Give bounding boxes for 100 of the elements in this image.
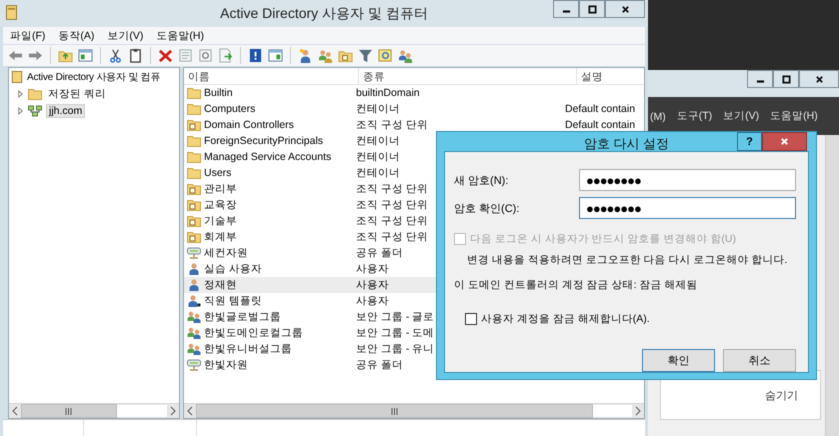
type-cell: 조직 구성 단위 [356,182,428,196]
console-tree-icon[interactable] [78,48,93,63]
new-group-icon[interactable] [318,48,333,63]
checkbox[interactable] [465,313,477,325]
name-cell: Managed Service Accounts [204,151,332,163]
menu-item[interactable]: 도움말(H) [770,109,818,123]
scroll-thumb[interactable] [196,404,593,418]
name-cell: 한빛도메인로컬그룹 [204,326,303,340]
users-icon[interactable] [398,48,413,63]
name-cell: Domain Controllers [204,119,294,131]
tree-item[interactable]: Active Directory 사용자 및 컴퓨 [27,70,160,84]
table-row[interactable]: Computers 컨테이너 Default contain [184,101,644,117]
user-template-icon [187,295,201,307]
filter-icon[interactable] [358,48,373,63]
org-unit-icon [187,183,201,195]
org-unit-icon [187,119,201,131]
grip-icon [390,408,398,414]
close-button[interactable] [605,0,645,18]
menu-item[interactable]: 도구(T) [676,109,712,123]
search-icon[interactable] [378,48,393,63]
table-row[interactable]: Domain Controllers 조직 구성 단위 Default contain [184,117,644,133]
type-cell: 컨테이너 [356,102,400,116]
close-icon [620,4,630,14]
menu-item[interactable]: 도움말(H) [156,28,204,42]
group-icon [187,311,201,323]
cancel-button[interactable]: 취소 [723,349,796,372]
field-label: 새 암호(N): [454,174,510,188]
close-icon [780,137,789,146]
panel-icon[interactable] [268,48,283,63]
checkbox-label: 다음 로그온 시 사용자가 반드시 암호를 변경해야 함(U) [470,232,736,246]
column-header[interactable]: 이름 [184,68,359,84]
table-row[interactable]: 한빛유니버설그룹 보안 그룹 - 유니 [184,341,644,357]
forward-arrow-icon[interactable] [28,48,43,63]
column-header[interactable]: 종류 [359,68,577,84]
name-cell: Builtin [204,87,233,99]
name-cell: 한빛유니버설그룹 [204,342,292,356]
clipboard-icon[interactable] [128,48,143,63]
minimize-button[interactable] [747,70,773,88]
table-row[interactable]: Builtin builtinDomain [184,85,644,101]
type-cell: 사용자 [356,262,389,276]
password-field[interactable]: ●●●●●●●● [579,197,796,219]
name-cell: Computers [204,103,256,115]
horizontal-scrollbar[interactable] [9,403,179,418]
menu-item[interactable]: 동작(A) [58,28,94,42]
hide-link[interactable]: 숨기기 [765,388,798,402]
export-icon[interactable] [218,48,233,63]
type-cell: builtinDomain [356,87,420,99]
menu-item[interactable]: 파일(F) [10,28,46,42]
menu-item[interactable]: 보기(V) [723,109,760,123]
name-cell: 세컨자원 [204,246,248,260]
name-cell: 관리부 [204,182,237,196]
expand-arrow-icon[interactable] [17,106,24,114]
column-header[interactable]: 설명 [577,68,644,84]
field-label: 암호 확인(C): [454,202,520,216]
table-row[interactable]: 직원 템플릿 사용자 [184,293,644,309]
refresh-icon[interactable] [198,48,213,63]
delete-icon[interactable] [158,48,173,63]
type-cell: 조직 구성 단위 [356,230,428,244]
close-button[interactable] [799,70,839,88]
close-icon [814,74,824,84]
ok-button[interactable]: 확인 [642,349,715,372]
menu-item[interactable]: (M) [650,111,666,123]
horizontal-scrollbar[interactable] [184,403,644,418]
name-cell: 실습 사용자 [204,262,262,276]
name-cell: 교육장 [204,198,237,212]
expand-arrow-icon[interactable] [17,90,24,98]
domain-icon [28,104,42,116]
folder-icon [187,103,201,115]
folder-icon [187,135,201,147]
name-cell: 한빛자원 [204,358,248,372]
type-cell: 조직 구성 단위 [356,214,428,228]
scissors-icon[interactable] [108,48,123,63]
name-cell: ForeignSecurityPrincipals [204,135,324,147]
type-cell: 사용자 [356,278,389,292]
tree-item[interactable]: jjh.com [46,104,86,118]
table-row[interactable]: 한빛자원 공유 폴더 [184,357,644,373]
app-icon [6,5,17,20]
close-button[interactable] [762,132,807,151]
password-field[interactable]: ●●●●●●●● [579,169,796,191]
folder-icon [187,167,201,179]
type-cell: 공유 폴더 [356,246,403,260]
vertical-scrollbar[interactable] [825,135,839,436]
note-text: 변경 내용을 적용하려면 로그오프한 다음 다시 로그온해야 합니다. [467,253,788,267]
type-cell: 조직 구성 단위 [356,118,428,132]
tree-item[interactable]: 저장된 쿼리 [46,86,108,100]
type-cell: 컨테이너 [356,134,400,148]
scroll-thumb[interactable] [21,404,117,418]
help-button[interactable]: ? [737,132,762,151]
maximize-button[interactable] [773,70,799,88]
maximize-button[interactable] [579,0,605,18]
back-arrow-icon[interactable] [8,48,23,63]
type-cell: 보안 그룹 - 도메 [356,326,434,340]
user-icon [187,279,201,291]
description-cell: Default contain [565,103,636,115]
new-user-icon[interactable] [298,48,313,63]
table-row[interactable]: 한빛도메인로컬그룹 보안 그룹 - 도메 [184,325,644,341]
minimize-button[interactable] [553,0,579,18]
console-root-icon [10,70,24,82]
name-cell: 한빛글로벌그룹 [204,310,281,324]
menu-item[interactable]: 보기(V) [107,28,144,42]
